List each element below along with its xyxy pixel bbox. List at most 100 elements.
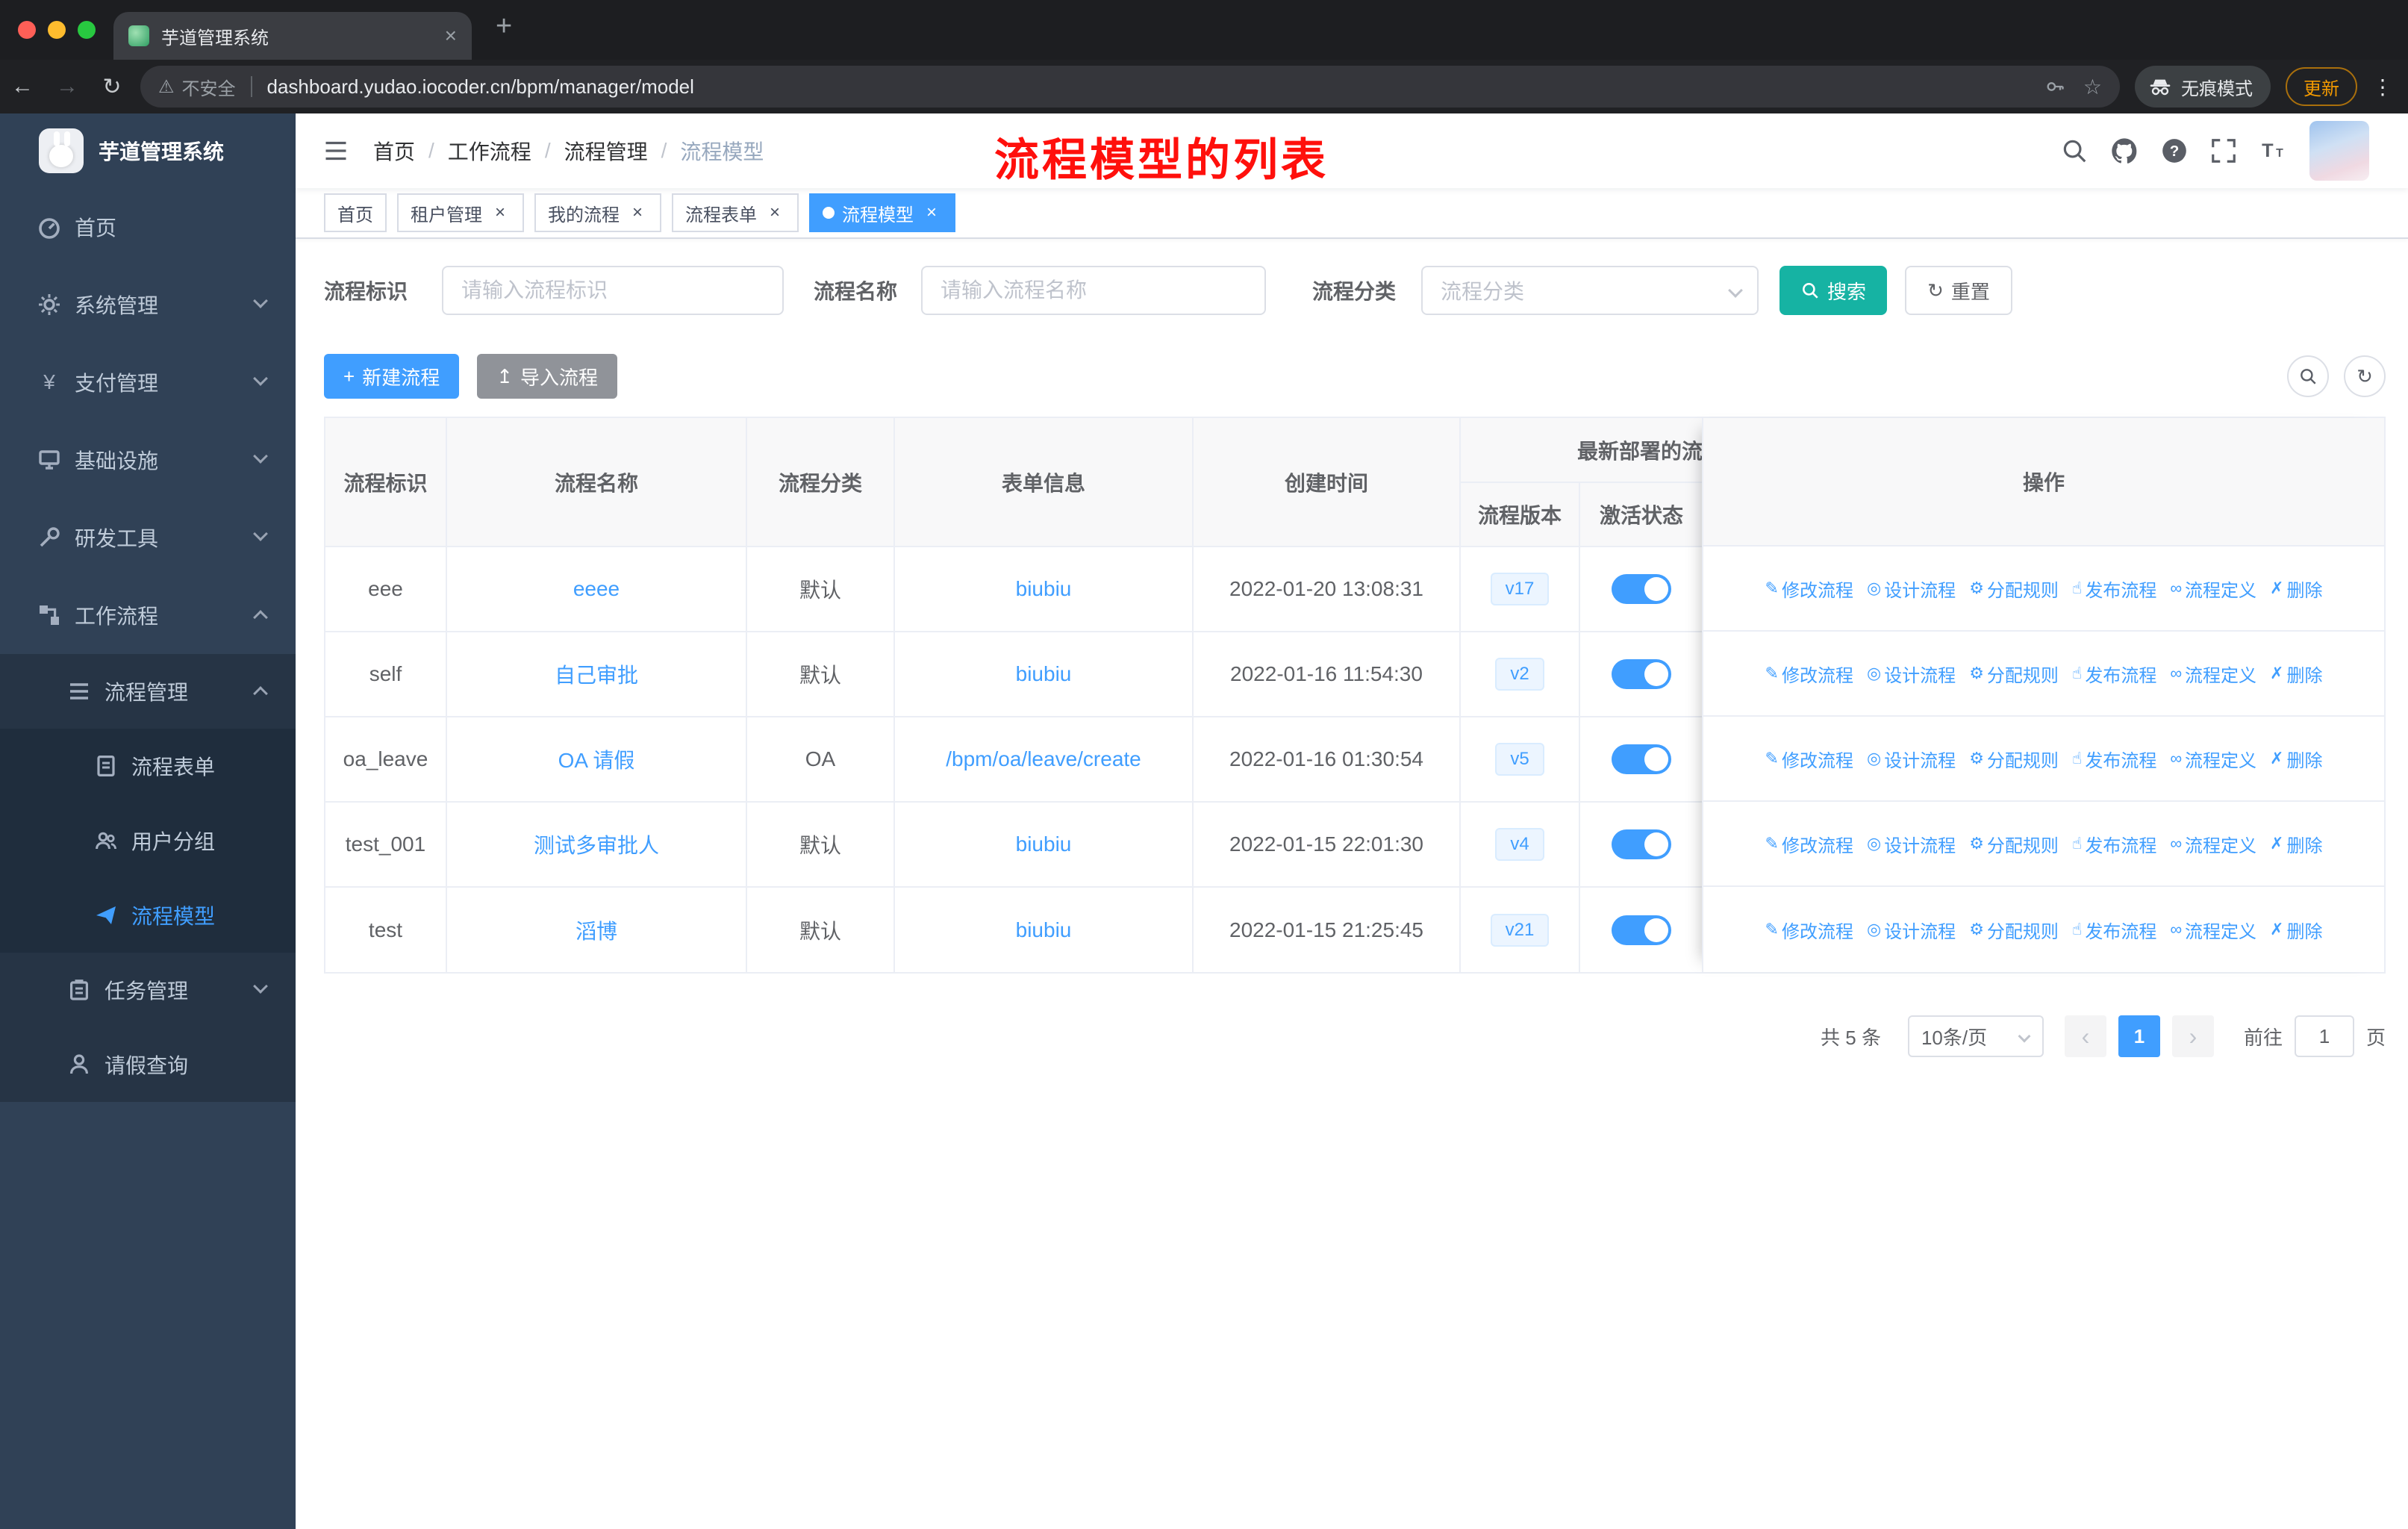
sidebar-item-workflow[interactable]: 工作流程 xyxy=(0,576,296,654)
row-action-link[interactable]: ◎ 设计流程 xyxy=(1867,746,1956,772)
row-action-link[interactable]: ✎ 修改流程 xyxy=(1765,746,1853,772)
row-action-link[interactable]: ◎ 设计流程 xyxy=(1867,576,1956,602)
next-page-button[interactable]: › xyxy=(2171,1015,2214,1057)
search-toggle-button[interactable] xyxy=(2287,355,2329,397)
password-key-icon[interactable] xyxy=(2044,76,2065,97)
sidebar-item-payment[interactable]: ¥ 支付管理 xyxy=(0,343,296,421)
goto-page-input[interactable] xyxy=(2294,1015,2354,1057)
tag-process-form[interactable]: 流程表单 × xyxy=(672,193,799,232)
browser-menu-icon[interactable]: ⋮ xyxy=(2372,75,2393,99)
url-text[interactable]: dashboard.yudao.iocoder.cn/bpm/manager/m… xyxy=(267,75,2027,99)
sidebar-item-process-form[interactable]: 流程表单 xyxy=(0,729,296,803)
bookmark-star-icon[interactable]: ☆ xyxy=(2083,75,2102,99)
current-page-button[interactable]: 1 xyxy=(2118,1015,2160,1057)
address-bar[interactable]: ⚠ 不安全 dashboard.yudao.iocoder.cn/bpm/man… xyxy=(140,66,2120,108)
window-close-button[interactable] xyxy=(18,21,36,39)
tag-close-icon[interactable]: × xyxy=(764,202,785,223)
row-action-link[interactable]: ✎ 修改流程 xyxy=(1765,661,1853,687)
breadcrumb-item[interactable]: 工作流程 xyxy=(448,136,531,166)
breadcrumb-item[interactable]: 流程管理 xyxy=(564,136,648,166)
fullscreen-icon[interactable] xyxy=(2209,137,2238,165)
form-info-link[interactable]: biubiu xyxy=(1016,918,1072,941)
sidebar-item-leave-query[interactable]: 请假查询 xyxy=(0,1027,296,1102)
new-tab-button[interactable]: + xyxy=(496,10,512,43)
row-action-link[interactable]: ⚙ 分配规则 xyxy=(1969,576,2059,602)
font-size-icon[interactable]: TT xyxy=(2259,137,2289,165)
reload-button[interactable]: ↻ xyxy=(90,74,134,100)
form-info-link[interactable]: /bpm/oa/leave/create xyxy=(946,747,1141,770)
active-toggle[interactable] xyxy=(1612,829,1671,859)
tab-close-icon[interactable]: × xyxy=(445,24,457,48)
row-action-link[interactable]: ✎ 修改流程 xyxy=(1765,917,1853,943)
process-name-link[interactable]: OA 请假 xyxy=(558,749,635,772)
row-action-link[interactable]: ✎ 修改流程 xyxy=(1765,831,1853,857)
sidebar-item-system[interactable]: 系统管理 xyxy=(0,266,296,343)
row-action-link[interactable]: ☝ 发布流程 xyxy=(2072,746,2156,772)
row-action-link[interactable]: ⚙ 分配规则 xyxy=(1969,746,2059,772)
row-action-link[interactable]: ✎ 修改流程 xyxy=(1765,576,1853,602)
row-action-link[interactable]: ∞ 流程定义 xyxy=(2170,917,2256,943)
sidebar-item-home[interactable]: 首页 xyxy=(0,188,296,266)
help-icon[interactable]: ? xyxy=(2160,137,2189,165)
tag-tenant-management[interactable]: 租户管理 × xyxy=(397,193,524,232)
process-name-link[interactable]: eeee xyxy=(573,577,620,600)
form-info-link[interactable]: biubiu xyxy=(1016,577,1072,600)
tag-close-icon[interactable]: × xyxy=(921,202,942,223)
sidebar-item-infrastructure[interactable]: 基础设施 xyxy=(0,421,296,499)
row-action-link[interactable]: ◎ 设计流程 xyxy=(1867,831,1956,857)
row-action-link[interactable]: ⚙ 分配规则 xyxy=(1969,661,2059,687)
sidebar-item-process-model[interactable]: 流程模型 xyxy=(0,878,296,953)
process-name-link[interactable]: 滔博 xyxy=(576,920,617,943)
tag-close-icon[interactable]: × xyxy=(627,202,648,223)
refresh-button[interactable]: ↻ xyxy=(2344,355,2386,397)
row-action-link[interactable]: ✗ 删除 xyxy=(2270,661,2322,687)
row-action-link[interactable]: ∞ 流程定义 xyxy=(2170,661,2256,687)
row-action-link[interactable]: ✗ 删除 xyxy=(2270,917,2322,943)
active-toggle[interactable] xyxy=(1612,574,1671,604)
row-action-link[interactable]: ☝ 发布流程 xyxy=(2072,576,2156,602)
search-button[interactable]: 搜索 xyxy=(1780,266,1888,315)
process-name-link[interactable]: 测试多审批人 xyxy=(534,834,659,857)
row-action-link[interactable]: ◎ 设计流程 xyxy=(1867,661,1956,687)
active-toggle[interactable] xyxy=(1612,744,1671,774)
process-name-input[interactable] xyxy=(921,266,1267,315)
row-action-link[interactable]: ☝ 发布流程 xyxy=(2072,661,2156,687)
update-button[interactable]: 更新 xyxy=(2286,67,2357,106)
incognito-badge[interactable]: 无痕模式 xyxy=(2135,66,2271,108)
app-logo-row[interactable]: 芋道管理系统 xyxy=(0,113,296,188)
breadcrumb-item[interactable]: 首页 xyxy=(373,136,415,166)
form-info-link[interactable]: biubiu xyxy=(1016,662,1072,685)
sidebar-item-user-group[interactable]: 用户分组 xyxy=(0,803,296,878)
window-maximize-button[interactable] xyxy=(78,21,96,39)
reset-button[interactable]: ↻ 重置 xyxy=(1905,266,2012,315)
active-toggle[interactable] xyxy=(1612,915,1671,945)
sidebar-item-task-management[interactable]: 任务管理 xyxy=(0,953,296,1027)
form-info-link[interactable]: biubiu xyxy=(1016,832,1072,856)
row-action-link[interactable]: ∞ 流程定义 xyxy=(2170,831,2256,857)
row-action-link[interactable]: ∞ 流程定义 xyxy=(2170,746,2256,772)
row-action-link[interactable]: ∞ 流程定义 xyxy=(2170,576,2256,602)
row-action-link[interactable]: ⚙ 分配规则 xyxy=(1969,917,2059,943)
process-name-link[interactable]: 自己审批 xyxy=(555,664,638,687)
process-key-input[interactable] xyxy=(442,266,785,315)
tag-close-icon[interactable]: × xyxy=(490,202,511,223)
prev-page-button[interactable]: ‹ xyxy=(2064,1015,2106,1057)
browser-tab[interactable]: 芋道管理系统 × xyxy=(113,12,472,60)
row-action-link[interactable]: ◎ 设计流程 xyxy=(1867,917,1956,943)
active-toggle[interactable] xyxy=(1612,659,1671,689)
category-select[interactable]: 流程分类 xyxy=(1421,266,1759,315)
import-process-button[interactable]: ↥ 导入流程 xyxy=(477,354,618,399)
page-size-select[interactable]: 10条/页 xyxy=(1907,1015,2044,1057)
window-minimize-button[interactable] xyxy=(48,21,66,39)
row-action-link[interactable]: ⚙ 分配规则 xyxy=(1969,831,2059,857)
tag-home[interactable]: 首页 xyxy=(324,193,387,232)
row-action-link[interactable]: ☝ 发布流程 xyxy=(2072,917,2156,943)
create-process-button[interactable]: + 新建流程 xyxy=(324,354,460,399)
row-action-link[interactable]: ☝ 发布流程 xyxy=(2072,831,2156,857)
row-action-link[interactable]: ✗ 删除 xyxy=(2270,746,2322,772)
forward-button[interactable]: → xyxy=(45,74,90,99)
tag-my-process[interactable]: 我的流程 × xyxy=(534,193,661,232)
user-avatar[interactable] xyxy=(2309,121,2369,181)
sidebar-item-process-management[interactable]: 流程管理 xyxy=(0,654,296,729)
sidebar-item-devtools[interactable]: 研发工具 xyxy=(0,499,296,576)
